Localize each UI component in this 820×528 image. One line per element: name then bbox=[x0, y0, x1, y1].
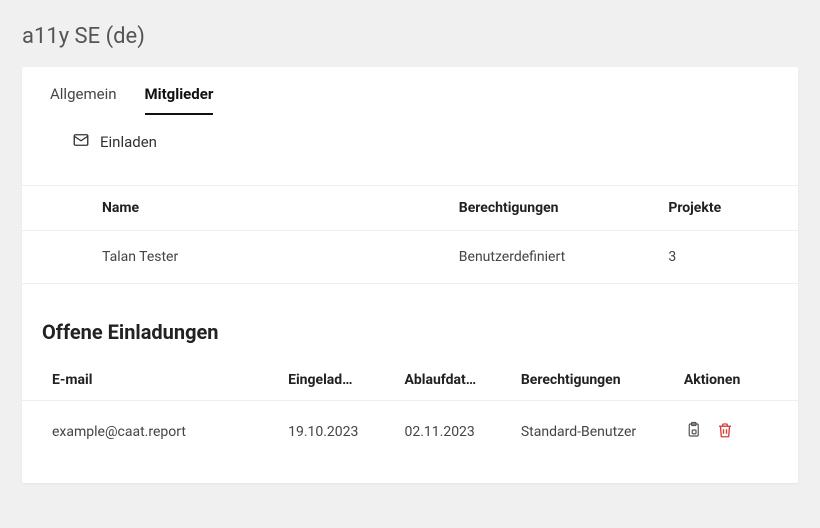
cell-expires: 02.11.2023 bbox=[394, 401, 510, 464]
cell-permissions: Benutzerdefiniert bbox=[449, 231, 659, 284]
mail-icon bbox=[72, 131, 90, 153]
members-table: Name Berechtigungen Projekte Talan Teste… bbox=[22, 185, 798, 284]
cell-invited: 19.10.2023 bbox=[278, 401, 394, 464]
page-title: a11y SE (de) bbox=[0, 0, 820, 67]
cell-projects: 3 bbox=[658, 231, 798, 284]
cell-actions bbox=[674, 401, 798, 464]
col-permissions: Berechtigungen bbox=[449, 186, 659, 231]
invitations-table: E-mail Eingelad… Ablaufdat… Berechtigung… bbox=[22, 360, 798, 463]
cell-email: example@caat.report bbox=[22, 401, 278, 464]
cell-name: Talan Tester bbox=[22, 231, 449, 284]
tab-members[interactable]: Mitglieder bbox=[145, 85, 214, 115]
tabs: Allgemein Mitglieder bbox=[22, 67, 798, 115]
open-invitations-title: Offene Einladungen bbox=[22, 284, 798, 360]
col-actions: Aktionen bbox=[674, 360, 798, 401]
trash-icon[interactable] bbox=[716, 421, 734, 443]
col-inv-permissions: Berechtigungen bbox=[511, 360, 674, 401]
col-expires: Ablaufdat… bbox=[394, 360, 510, 401]
col-projects: Projekte bbox=[658, 186, 798, 231]
col-name: Name bbox=[22, 186, 449, 231]
table-row: example@caat.report 19.10.2023 02.11.202… bbox=[22, 401, 798, 464]
invitations-header-row: E-mail Eingelad… Ablaufdat… Berechtigung… bbox=[22, 360, 798, 401]
members-card: Allgemein Mitglieder Einladen Name Berec… bbox=[22, 67, 798, 483]
col-invited: Eingelad… bbox=[278, 360, 394, 401]
tab-general[interactable]: Allgemein bbox=[50, 85, 117, 115]
invite-button[interactable]: Einladen bbox=[22, 115, 798, 185]
clipboard-icon[interactable] bbox=[684, 421, 702, 443]
invite-label: Einladen bbox=[100, 133, 157, 151]
table-row[interactable]: Talan Tester Benutzerdefiniert 3 bbox=[22, 231, 798, 284]
cell-inv-permissions: Standard-Benutzer bbox=[511, 401, 674, 464]
col-email: E-mail bbox=[22, 360, 278, 401]
members-header-row: Name Berechtigungen Projekte bbox=[22, 186, 798, 231]
